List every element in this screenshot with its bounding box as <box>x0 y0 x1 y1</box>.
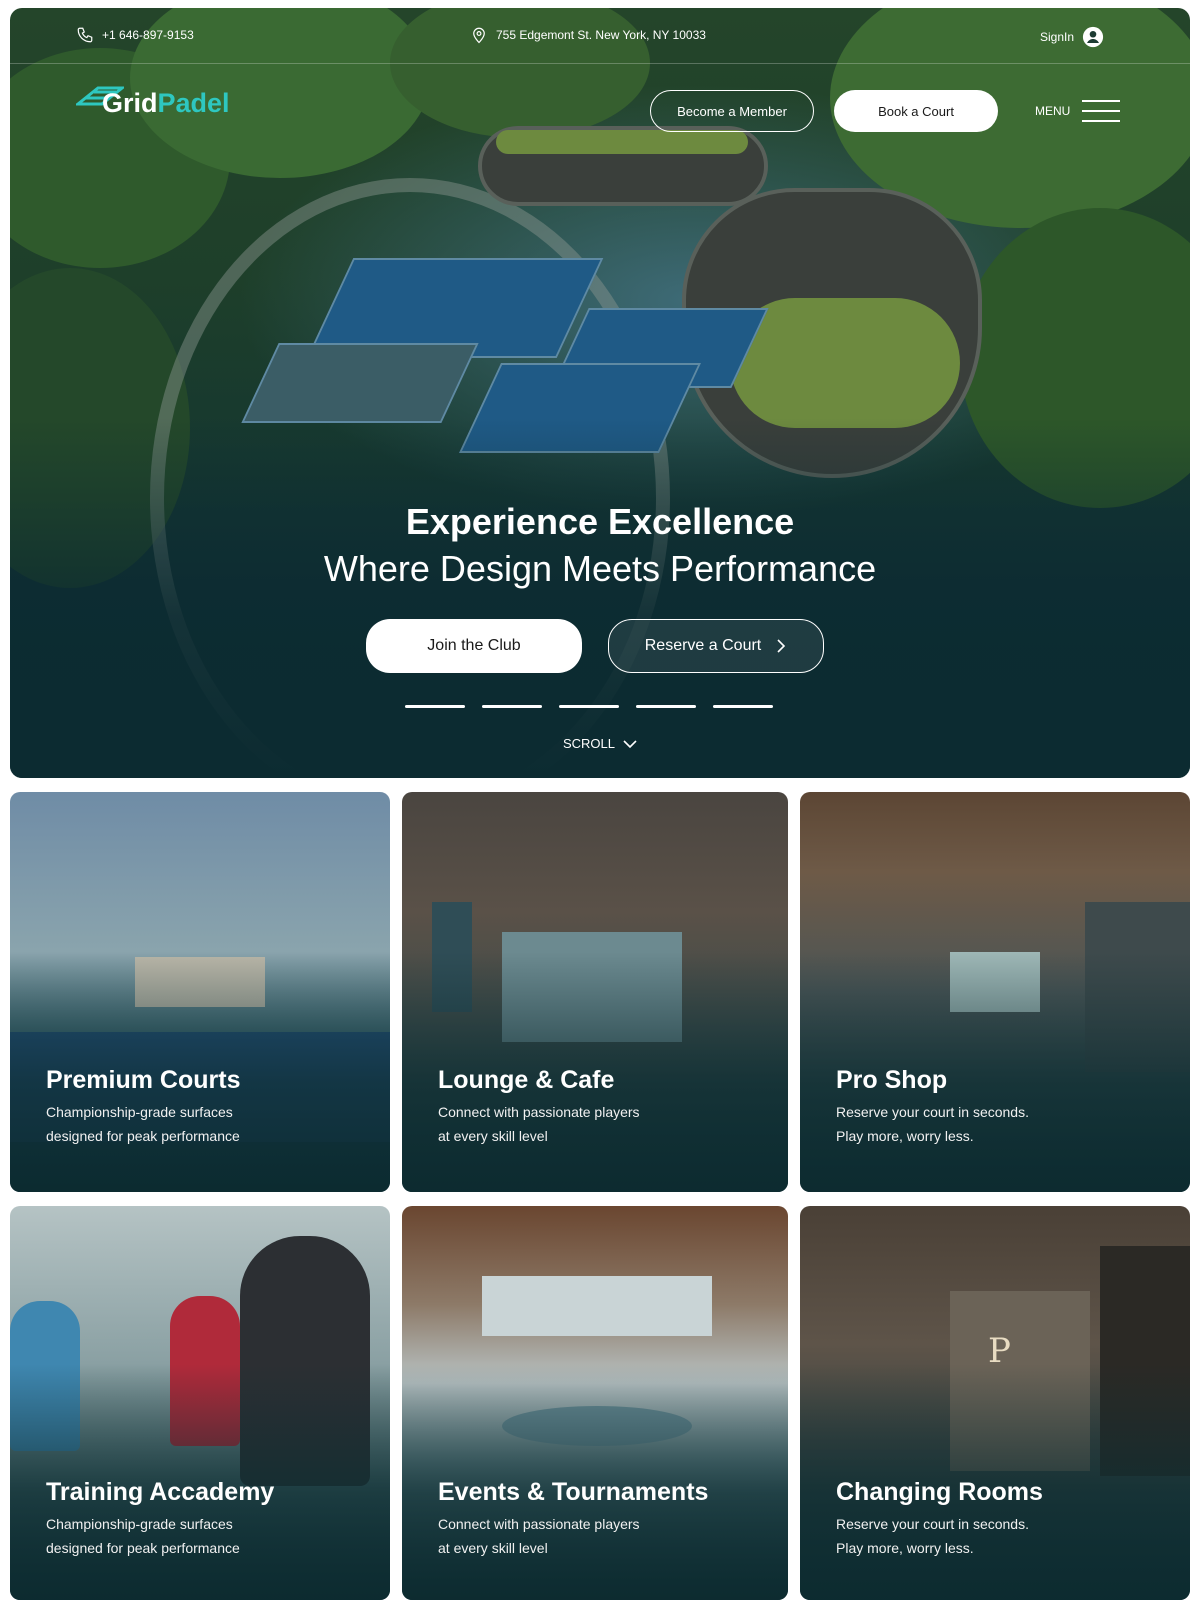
card-description-line2: designed for peak performance <box>46 1128 240 1144</box>
book-court-button[interactable]: Book a Court <box>834 90 998 132</box>
card-image-window-view <box>482 1276 712 1336</box>
hero-section: +1 646-897-9153 755 Edgemont St. New Yor… <box>10 8 1190 778</box>
slide-dot-2[interactable] <box>482 705 542 708</box>
card-description-line1: Connect with passionate players <box>438 1104 640 1120</box>
feature-card-training-academy[interactable]: Training Accademy Championship-grade sur… <box>10 1206 390 1600</box>
card-title: Premium Courts <box>46 1066 241 1094</box>
feature-card-pro-shop[interactable]: Pro Shop Reserve your court in seconds. … <box>800 792 1190 1192</box>
reserve-court-button[interactable]: Reserve a Court <box>608 619 824 673</box>
slide-dot-4[interactable] <box>636 705 696 708</box>
signin-label: SignIn <box>1040 30 1075 44</box>
join-club-button[interactable]: Join the Club <box>366 619 582 673</box>
card-description-line2: at every skill level <box>438 1128 548 1144</box>
brand-logo[interactable]: Grid Padel <box>76 86 230 119</box>
become-member-button[interactable]: Become a Member <box>650 90 814 132</box>
slide-dot-5[interactable] <box>713 705 773 708</box>
phone-number: +1 646-897-9153 <box>102 28 194 42</box>
chevron-right-icon <box>777 639 786 653</box>
user-circle-icon <box>1082 26 1104 48</box>
logo-text-grid: Grid <box>102 88 158 118</box>
logo-text-padel: Padel <box>157 88 230 118</box>
card-description-line1: Championship-grade surfaces <box>46 1104 233 1120</box>
card-description-line2: designed for peak performance <box>46 1540 240 1556</box>
menu-icon <box>1082 100 1121 122</box>
card-description-line2: Play more, worry less. <box>836 1128 974 1144</box>
location-pin-icon <box>473 27 485 44</box>
card-description-line1: Reserve your court in seconds. <box>836 1516 1029 1532</box>
phone-contact[interactable]: +1 646-897-9153 <box>76 26 194 44</box>
scroll-label: SCROLL <box>562 736 616 751</box>
join-club-label: Join the Club <box>427 637 521 654</box>
hero-title: Experience Excellence <box>405 501 795 542</box>
slide-dot-3[interactable] <box>559 705 619 708</box>
slide-dot-1[interactable] <box>405 705 465 708</box>
feature-card-lounge-cafe[interactable]: Lounge & Cafe Connect with passionate pl… <box>402 792 788 1192</box>
card-title: Training Accademy <box>46 1478 275 1506</box>
chevron-down-icon <box>623 739 637 748</box>
scroll-hint[interactable]: SCROLL <box>10 736 1190 751</box>
card-title: Events & Tournaments <box>438 1478 709 1506</box>
feature-card-premium-courts[interactable]: Premium Courts Championship-grade surfac… <box>10 792 390 1192</box>
top-info-bar: +1 646-897-9153 755 Edgemont St. New Yor… <box>10 8 1190 64</box>
card-description-line1: Connect with passionate players <box>438 1516 640 1532</box>
feature-card-changing-rooms[interactable]: P Changing Rooms Reserve your court in s… <box>800 1206 1190 1600</box>
card-description-line1: Championship-grade surfaces <box>46 1516 233 1532</box>
menu-toggle[interactable]: MENU <box>1035 100 1121 122</box>
slider-indicators <box>405 705 773 708</box>
card-title: Pro Shop <box>836 1066 948 1094</box>
card-description-line1: Reserve your court in seconds. <box>836 1104 1029 1120</box>
menu-label: MENU <box>1035 104 1071 118</box>
hero-subtitle: Where Design Meets Performance <box>323 548 877 589</box>
phone-icon <box>77 27 93 43</box>
card-description-line2: Play more, worry less. <box>836 1540 974 1556</box>
reserve-court-label: Reserve a Court <box>644 637 762 654</box>
feature-card-events-tournaments[interactable]: Events & Tournaments Connect with passio… <box>402 1206 788 1600</box>
address-text: 755 Edgemont St. New York, NY 10033 <box>496 28 706 42</box>
signin-link[interactable]: SignIn <box>1040 26 1104 48</box>
address-link[interactable]: 755 Edgemont St. New York, NY 10033 <box>470 26 706 44</box>
card-title: Lounge & Cafe <box>438 1066 615 1094</box>
card-title: Changing Rooms <box>836 1478 1043 1506</box>
card-description-line2: at every skill level <box>438 1540 548 1556</box>
